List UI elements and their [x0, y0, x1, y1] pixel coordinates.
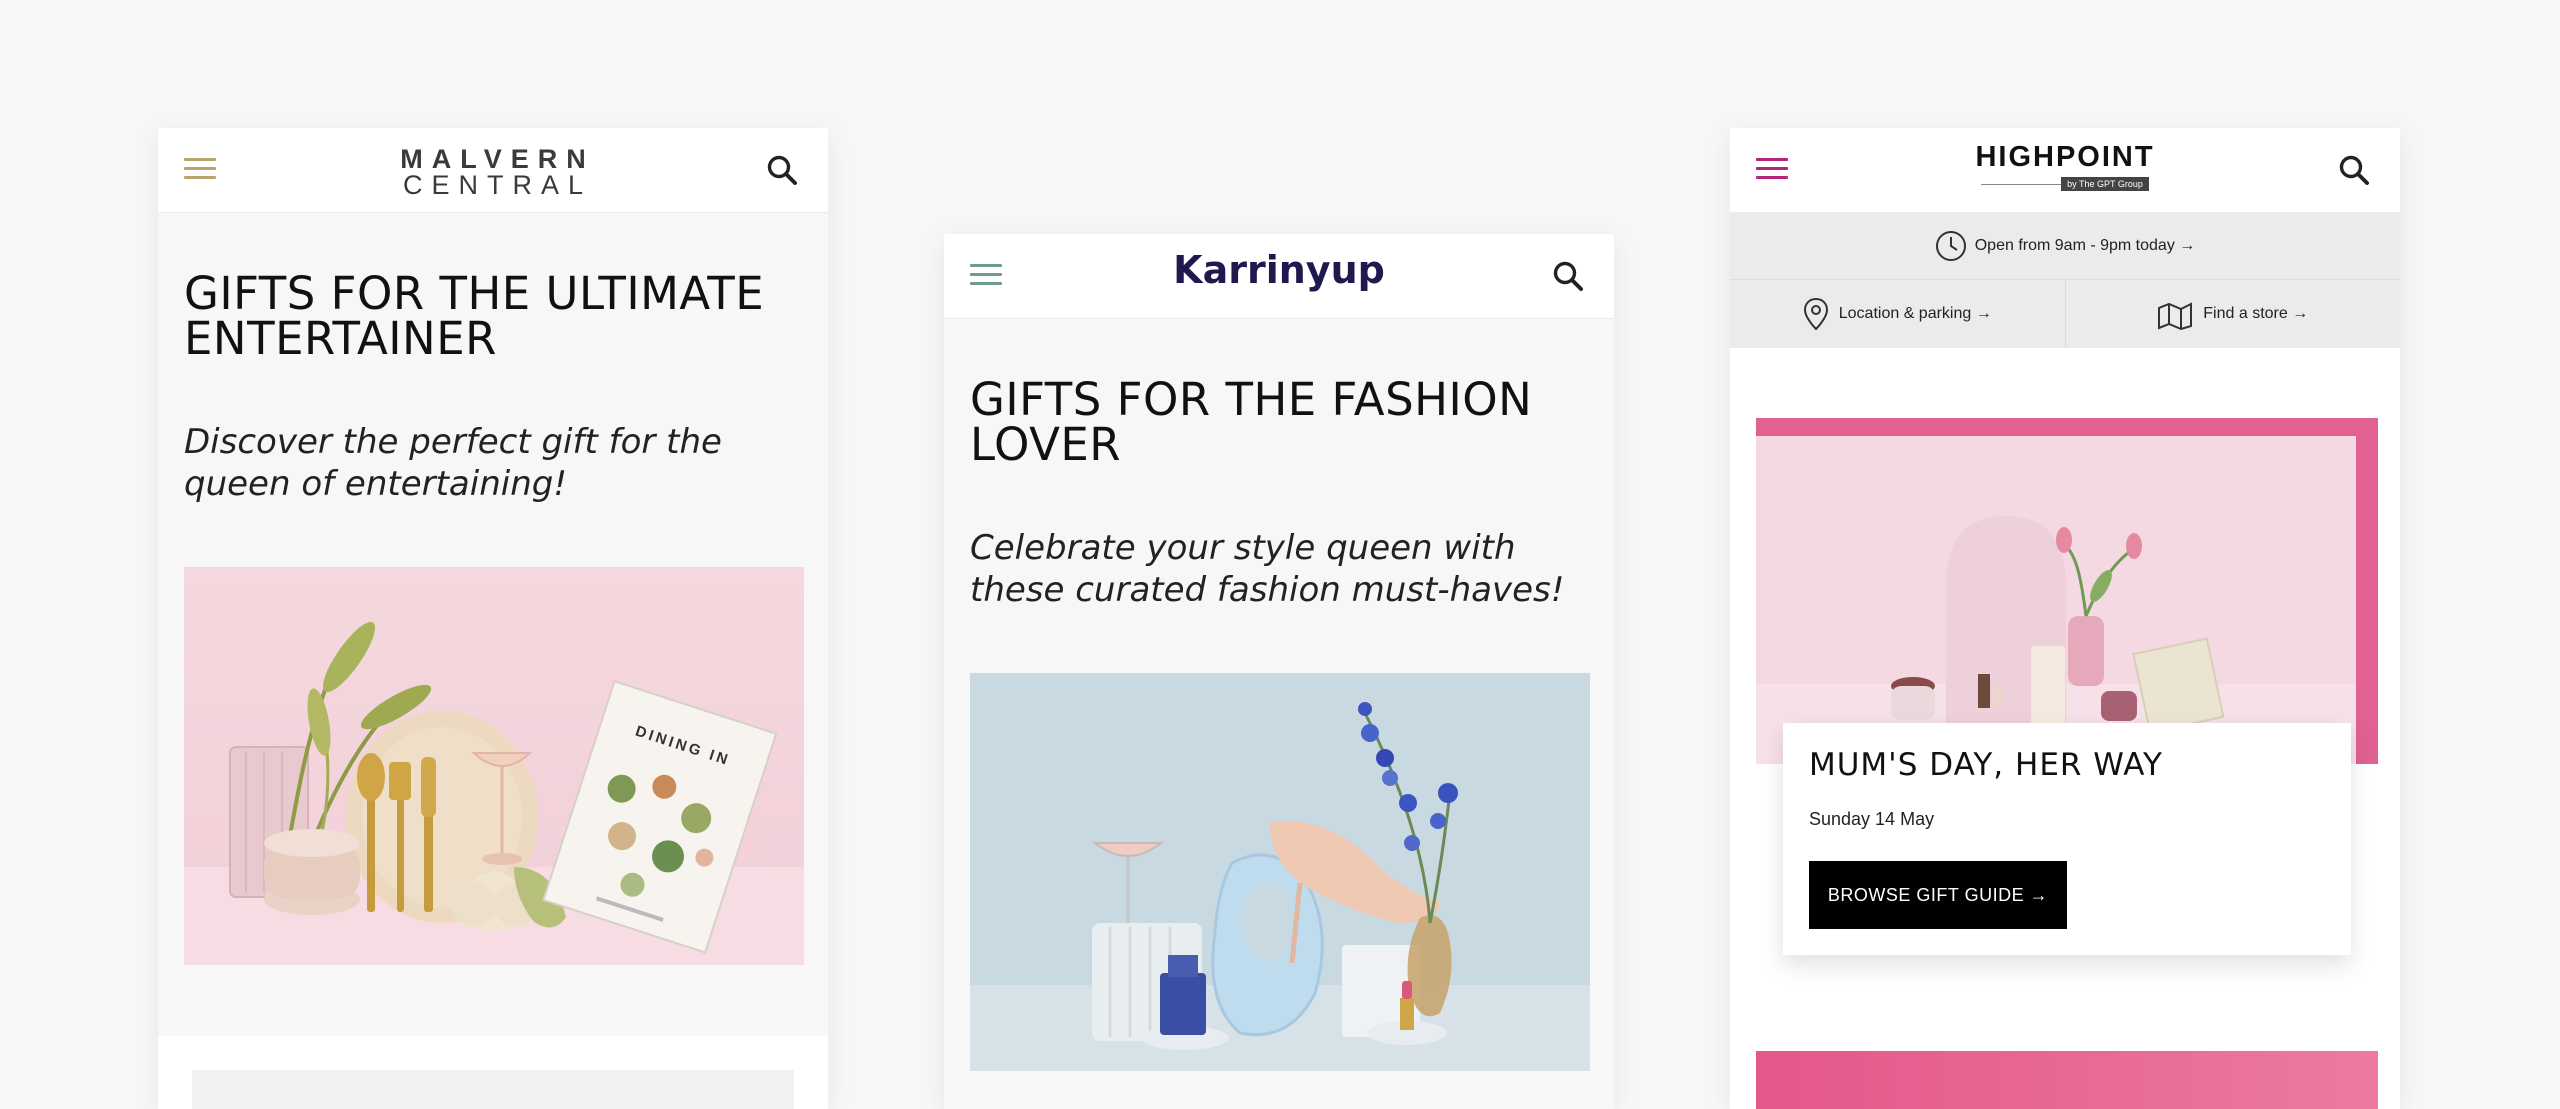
page-title: GIFTS FOR THE FASHION LOVER	[970, 373, 1533, 471]
location-parking-text: Location & parking →	[1838, 305, 1992, 322]
page-title: GIFTS FOR THE ULTIMATE ENTERTAINER	[184, 267, 765, 365]
header: Karrinyup	[944, 234, 1614, 319]
map-pin-icon	[1803, 297, 1828, 331]
site-logo[interactable]: MALVERN CENTRAL	[158, 144, 828, 200]
promo-image	[1756, 436, 2356, 764]
promo-card: MUM'S DAY, HER WAY Sunday 14 May BROWSE …	[1783, 723, 2351, 955]
info-bar: Open from 9am - 9pm today → Location & p…	[1730, 213, 2400, 348]
hero-image	[970, 673, 1590, 1071]
info-links: Location & parking → Find a store →	[1730, 280, 2400, 348]
logo-subline: by The GPT Group	[1730, 177, 2400, 191]
logo-rule	[1981, 183, 2062, 185]
phone-highpoint: HIGHPOINT by The GPT Group Open from 9am…	[1730, 128, 2400, 1109]
browse-gift-guide-button[interactable]: BROWSE GIFT GUIDE →	[1809, 861, 2067, 929]
main-content: GIFTS FOR THE ULTIMATE ENTERTAINER Disco…	[158, 213, 828, 965]
promo-title: MUM'S DAY, HER WAY	[1809, 747, 2163, 783]
header: HIGHPOINT by The GPT Group	[1730, 128, 2400, 213]
next-section	[158, 1036, 828, 1109]
location-parking-link[interactable]: Location & parking →	[1730, 280, 2065, 348]
header: MALVERN CENTRAL	[158, 128, 828, 213]
logo-line2: CENTRAL	[402, 170, 593, 200]
page-subtitle: Discover the perfect gift for the queen …	[184, 422, 722, 504]
find-store-text: Find a store →	[2203, 305, 2309, 322]
search-icon[interactable]	[1550, 258, 1586, 294]
phone-malvern-central: MALVERN CENTRAL GIFTS FOR THE ULTIMATE E…	[158, 128, 828, 1109]
hero-image: DINING IN	[184, 567, 804, 965]
search-icon[interactable]	[2336, 152, 2372, 188]
search-icon[interactable]	[764, 152, 800, 188]
map-icon	[2158, 302, 2193, 330]
opening-hours-text: Open from 9am - 9pm today →	[1974, 237, 2196, 254]
promo-date: Sunday 14 May	[1809, 809, 1935, 829]
logo-text: HIGHPOINT	[1975, 141, 2155, 173]
clock-icon	[1935, 231, 1966, 261]
logo-line1: MALVERN	[400, 144, 595, 174]
phone-karrinyup: Karrinyup GIFTS FOR THE FASHION LOVER Ce…	[944, 234, 1614, 1109]
page-subtitle: Celebrate your style queen with these cu…	[970, 528, 1565, 610]
find-store-link[interactable]: Find a store →	[2064, 280, 2401, 348]
next-section-placeholder	[192, 1070, 794, 1109]
main-content: GIFTS FOR THE FASHION LOVER Celebrate yo…	[944, 319, 1614, 1071]
next-promo-banner	[1756, 1051, 2378, 1109]
site-logo[interactable]: Karrinyup	[944, 248, 1614, 292]
opening-hours-link[interactable]: Open from 9am - 9pm today →	[1730, 213, 2400, 280]
site-logo[interactable]: HIGHPOINT by The GPT Group	[1730, 142, 2400, 191]
logo-sub: by The GPT Group	[2061, 177, 2149, 191]
